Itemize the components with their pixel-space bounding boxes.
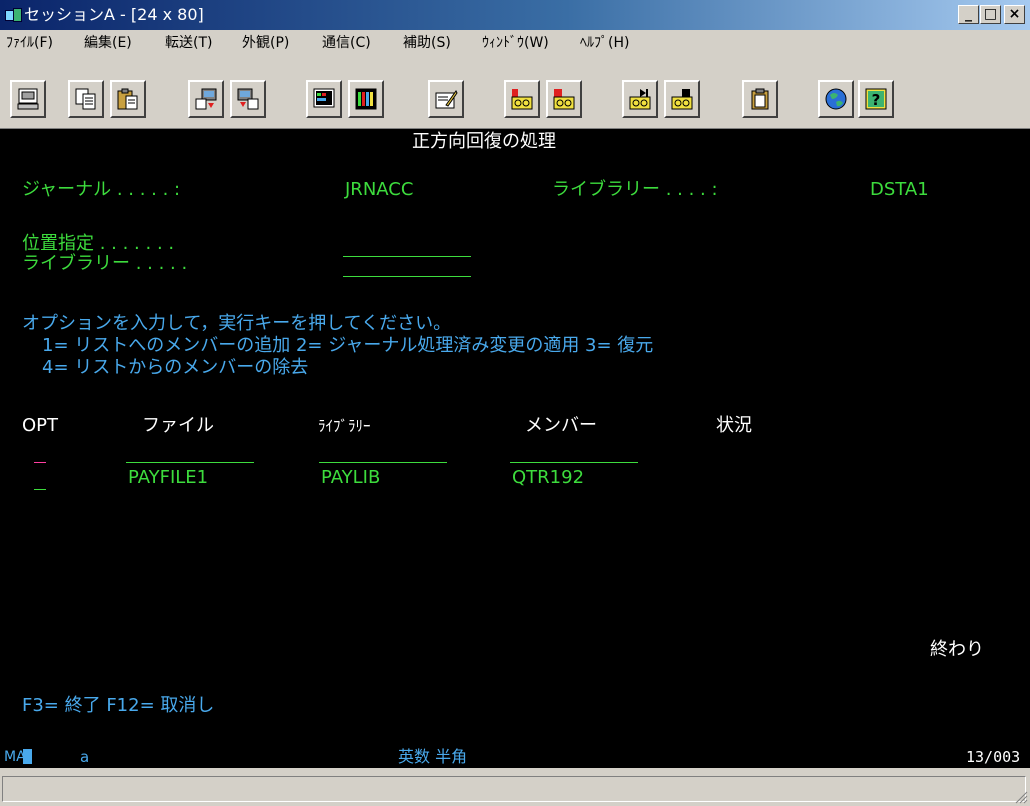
journal-label: ジャーナル . . . . . : xyxy=(22,179,181,200)
edit-icon xyxy=(435,90,458,109)
status-line: MA a 英数 半角 13/003 xyxy=(0,746,1030,768)
print-screen-button[interactable] xyxy=(10,80,46,118)
end-marker: 終わり xyxy=(930,639,984,660)
record-macro-icon xyxy=(511,89,533,110)
file-cell: PAYFILE1 xyxy=(128,467,209,488)
journal-library-value: DSTA1 xyxy=(870,179,929,200)
help-button[interactable]: ? xyxy=(858,80,894,118)
column-header-status: 状況 xyxy=(716,415,752,436)
toolbar: ? xyxy=(0,56,1030,129)
column-header-opt: OPT xyxy=(22,415,59,436)
help-icon: ? xyxy=(865,88,887,110)
menu-edit[interactable]: 編集(E) xyxy=(84,34,132,52)
cursor-position: 13/003 xyxy=(966,748,1021,766)
svg-text:?: ? xyxy=(872,91,881,109)
status-message-field xyxy=(2,776,1026,802)
stop-play-icon xyxy=(671,89,693,110)
maximize-button[interactable]: □ xyxy=(980,5,1001,24)
instruction-text: オプションを入力して，実行キーを押してください。 xyxy=(22,313,452,334)
display-icon xyxy=(313,88,335,108)
options-line-2: 4= リストからのメンバーの除去 xyxy=(42,357,309,378)
send-file-button[interactable] xyxy=(188,80,224,118)
journal-library-label: ライブラリー . . . . : xyxy=(552,179,718,200)
menu-appearance[interactable]: 外観(P) xyxy=(242,34,289,52)
minimize-button[interactable]: _ xyxy=(958,5,979,24)
clipboard-icon xyxy=(751,88,769,110)
close-button[interactable]: × xyxy=(1004,5,1025,24)
color-map-icon xyxy=(355,88,377,110)
library-cell: PAYLIB xyxy=(321,467,381,488)
play-macro-icon xyxy=(629,89,651,110)
options-line-1: 1= リストへのメンバーの追加 2= ジャーナル処理済み変更の適用 3= 復元 xyxy=(42,335,654,356)
web-icon xyxy=(825,88,847,110)
print-screen-icon xyxy=(17,88,39,110)
window-status-bar xyxy=(0,768,1030,806)
menu-help[interactable]: ﾍﾙﾌﾟ(H) xyxy=(580,34,629,52)
receive-file-button[interactable] xyxy=(230,80,266,118)
function-keys: F3= 終了 F12= 取消し xyxy=(22,695,215,716)
position-input[interactable] xyxy=(343,256,471,257)
send-file-icon xyxy=(195,88,217,110)
display-setup-button[interactable] xyxy=(306,80,342,118)
status-cursor-mark: a xyxy=(80,748,90,766)
web-button[interactable] xyxy=(818,80,854,118)
clipboard-button[interactable] xyxy=(742,80,778,118)
journal-value: JRNACC xyxy=(345,179,414,200)
session-icon xyxy=(5,7,22,23)
paste-icon xyxy=(117,88,138,110)
stop-macro-icon xyxy=(553,89,575,110)
option-input[interactable] xyxy=(34,489,46,490)
library-input[interactable] xyxy=(319,462,447,463)
record-macro-button[interactable] xyxy=(504,80,540,118)
receive-file-icon xyxy=(237,88,259,110)
stop-play-button[interactable] xyxy=(664,80,700,118)
window-title: セッションA - [24 x 80] xyxy=(24,5,204,24)
position-label: 位置指定 . . . . . . . xyxy=(22,233,175,254)
stop-macro-button[interactable] xyxy=(546,80,582,118)
screen-title: 正方向回復の処理 xyxy=(412,131,556,152)
resize-grip-icon[interactable] xyxy=(1014,790,1028,804)
play-macro-button[interactable] xyxy=(622,80,658,118)
edit-button[interactable] xyxy=(428,80,464,118)
file-input[interactable] xyxy=(126,462,254,463)
menu-transfer[interactable]: 転送(T) xyxy=(165,34,212,52)
status-cursor-block xyxy=(23,749,32,764)
status-input-mode: 英数 半角 xyxy=(398,747,468,766)
color-map-button[interactable] xyxy=(348,80,384,118)
menu-communication[interactable]: 通信(C) xyxy=(322,34,371,52)
position-library-input[interactable] xyxy=(343,276,471,277)
paste-button[interactable] xyxy=(110,80,146,118)
column-header-member: メンバー xyxy=(525,415,597,436)
menu-bar: ﾌｧｲﾙ(F) 編集(E) 転送(T) 外観(P) 通信(C) 補助(S) ｳｨ… xyxy=(0,30,1030,56)
title-bar[interactable]: セッションA - [24 x 80] _ □ × xyxy=(0,0,1030,30)
column-header-library: ﾗｲﾌﾞﾗﾘｰ xyxy=(318,417,371,435)
menu-file[interactable]: ﾌｧｲﾙ(F) xyxy=(6,34,53,52)
menu-window[interactable]: ｳｨﾝﾄﾞｳ(W) xyxy=(482,34,549,52)
column-header-file: ファイル xyxy=(142,415,214,436)
option-input[interactable] xyxy=(34,462,46,463)
terminal-screen[interactable]: 正方向回復の処理 ジャーナル . . . . . : JRNACC ライブラリー… xyxy=(0,129,1030,746)
member-input[interactable] xyxy=(510,462,638,463)
member-cell: QTR192 xyxy=(512,467,585,488)
copy-button[interactable] xyxy=(68,80,104,118)
menu-assist[interactable]: 補助(S) xyxy=(403,34,451,52)
copy-icon xyxy=(75,88,96,110)
position-library-label: ライブラリー . . . . . xyxy=(22,253,188,274)
